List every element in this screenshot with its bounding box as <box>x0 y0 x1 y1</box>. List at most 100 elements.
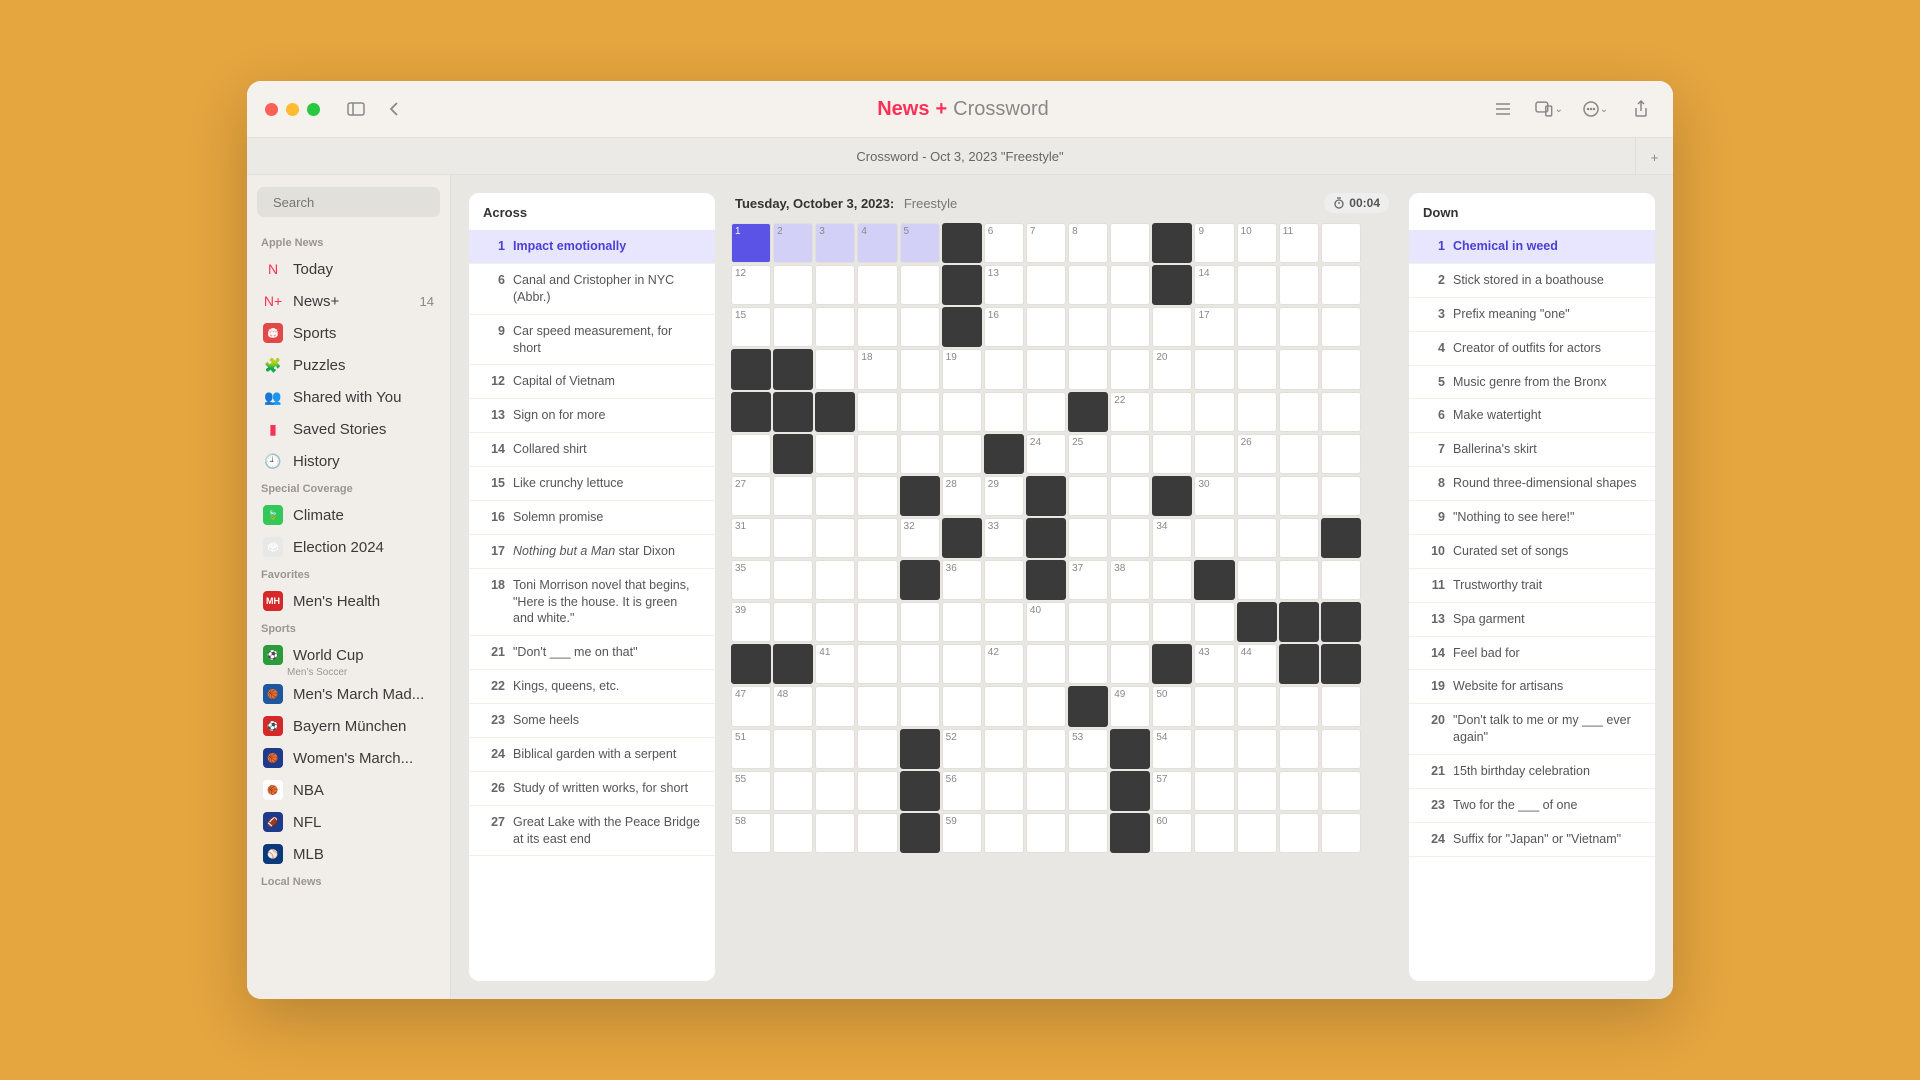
grid-cell[interactable] <box>1321 729 1361 769</box>
grid-cell[interactable] <box>1026 729 1066 769</box>
grid-cell[interactable]: 25 <box>1068 434 1108 474</box>
grid-cell[interactable] <box>1237 686 1277 726</box>
grid-cell[interactable] <box>1152 434 1192 474</box>
grid-cell[interactable] <box>1194 686 1234 726</box>
grid-cell[interactable] <box>1237 307 1277 347</box>
grid-cell[interactable] <box>1279 771 1319 811</box>
crossword-grid[interactable]: 1234567891011121314151617181920222425262… <box>731 223 1361 853</box>
grid-cell[interactable] <box>1237 392 1277 432</box>
grid-cell[interactable]: 56 <box>942 771 982 811</box>
grid-cell[interactable] <box>942 602 982 642</box>
grid-cell[interactable] <box>900 392 940 432</box>
grid-cell[interactable]: 13 <box>984 265 1024 305</box>
grid-cell[interactable] <box>773 265 813 305</box>
grid-cell[interactable] <box>900 644 940 684</box>
grid-cell[interactable] <box>1321 434 1361 474</box>
grid-cell[interactable]: 5 <box>900 223 940 263</box>
clue-item[interactable]: 13Sign on for more <box>469 399 715 433</box>
grid-cell[interactable] <box>984 771 1024 811</box>
sidebar-item[interactable]: ⚾MLB <box>257 838 440 870</box>
grid-cell[interactable] <box>1026 644 1066 684</box>
grid-cell[interactable] <box>1321 349 1361 389</box>
grid-cell[interactable] <box>1068 644 1108 684</box>
clue-item[interactable]: 24Biblical garden with a serpent <box>469 738 715 772</box>
grid-cell[interactable] <box>1194 813 1234 853</box>
clue-item[interactable]: 14Feel bad for <box>1409 637 1655 671</box>
grid-cell[interactable] <box>1068 602 1108 642</box>
search-input[interactable] <box>273 195 449 210</box>
grid-cell[interactable] <box>1152 560 1192 600</box>
grid-cell[interactable] <box>984 349 1024 389</box>
grid-cell[interactable] <box>815 476 855 516</box>
grid-cell[interactable]: 41 <box>815 644 855 684</box>
clue-item[interactable]: 9"Nothing to see here!" <box>1409 501 1655 535</box>
grid-cell[interactable] <box>815 307 855 347</box>
grid-cell[interactable] <box>1026 771 1066 811</box>
list-icon[interactable] <box>1489 95 1517 123</box>
clue-item[interactable]: 27Great Lake with the Peace Bridge at it… <box>469 806 715 857</box>
grid-cell[interactable]: 55 <box>731 771 771 811</box>
grid-cell[interactable]: 28 <box>942 476 982 516</box>
clue-item[interactable]: 20"Don't talk to me or my ___ ever again… <box>1409 704 1655 755</box>
grid-cell[interactable] <box>773 729 813 769</box>
grid-cell[interactable] <box>773 560 813 600</box>
grid-cell[interactable] <box>1321 307 1361 347</box>
grid-cell[interactable] <box>1110 476 1150 516</box>
clue-item[interactable]: 14Collared shirt <box>469 433 715 467</box>
grid-cell[interactable] <box>900 349 940 389</box>
grid-cell[interactable]: 6 <box>984 223 1024 263</box>
sidebar-item[interactable]: 🧩Puzzles <box>257 349 440 381</box>
minimize-icon[interactable] <box>286 103 299 116</box>
sidebar-item[interactable]: ⚽Bayern München <box>257 710 440 742</box>
zoom-icon[interactable] <box>307 103 320 116</box>
grid-cell[interactable] <box>1068 307 1108 347</box>
grid-cell[interactable]: 36 <box>942 560 982 600</box>
grid-cell[interactable]: 49 <box>1110 686 1150 726</box>
grid-cell[interactable] <box>942 644 982 684</box>
grid-cell[interactable] <box>1237 476 1277 516</box>
grid-cell[interactable] <box>731 434 771 474</box>
clue-item[interactable]: 10Curated set of songs <box>1409 535 1655 569</box>
clue-item[interactable]: 24Suffix for "Japan" or "Vietnam" <box>1409 823 1655 857</box>
clue-item[interactable]: 11Trustworthy trait <box>1409 569 1655 603</box>
grid-cell[interactable] <box>900 686 940 726</box>
grid-cell[interactable] <box>942 686 982 726</box>
grid-cell[interactable]: 37 <box>1068 560 1108 600</box>
grid-cell[interactable] <box>1237 265 1277 305</box>
grid-cell[interactable]: 20 <box>1152 349 1192 389</box>
grid-cell[interactable] <box>942 392 982 432</box>
grid-cell[interactable] <box>1026 349 1066 389</box>
clue-item[interactable]: 17Nothing but a Man star Dixon <box>469 535 715 569</box>
grid-cell[interactable] <box>1279 434 1319 474</box>
clue-item[interactable]: 9Car speed measurement, for short <box>469 315 715 366</box>
grid-cell[interactable]: 19 <box>942 349 982 389</box>
grid-cell[interactable] <box>857 644 897 684</box>
sidebar-item[interactable]: 🏀Women's March... <box>257 742 440 774</box>
clue-item[interactable]: 6Make watertight <box>1409 399 1655 433</box>
grid-cell[interactable] <box>1026 392 1066 432</box>
clue-item[interactable]: 26Study of written works, for short <box>469 772 715 806</box>
grid-cell[interactable] <box>984 729 1024 769</box>
grid-cell[interactable]: 57 <box>1152 771 1192 811</box>
grid-cell[interactable] <box>1068 771 1108 811</box>
grid-cell[interactable] <box>1321 813 1361 853</box>
grid-cell[interactable]: 2 <box>773 223 813 263</box>
grid-cell[interactable] <box>900 307 940 347</box>
grid-cell[interactable] <box>1279 813 1319 853</box>
sidebar-item[interactable]: NToday <box>257 253 440 285</box>
share-icon[interactable] <box>1627 95 1655 123</box>
grid-cell[interactable] <box>942 434 982 474</box>
grid-cell[interactable]: 44 <box>1237 644 1277 684</box>
grid-cell[interactable] <box>1026 265 1066 305</box>
grid-cell[interactable]: 30 <box>1194 476 1234 516</box>
grid-cell[interactable] <box>773 518 813 558</box>
grid-cell[interactable] <box>1110 434 1150 474</box>
grid-cell[interactable]: 14 <box>1194 265 1234 305</box>
grid-cell[interactable] <box>900 434 940 474</box>
grid-cell[interactable] <box>1321 686 1361 726</box>
grid-cell[interactable] <box>1279 349 1319 389</box>
grid-cell[interactable] <box>1237 729 1277 769</box>
grid-cell[interactable] <box>1321 560 1361 600</box>
grid-cell[interactable] <box>1152 307 1192 347</box>
grid-cell[interactable] <box>857 392 897 432</box>
